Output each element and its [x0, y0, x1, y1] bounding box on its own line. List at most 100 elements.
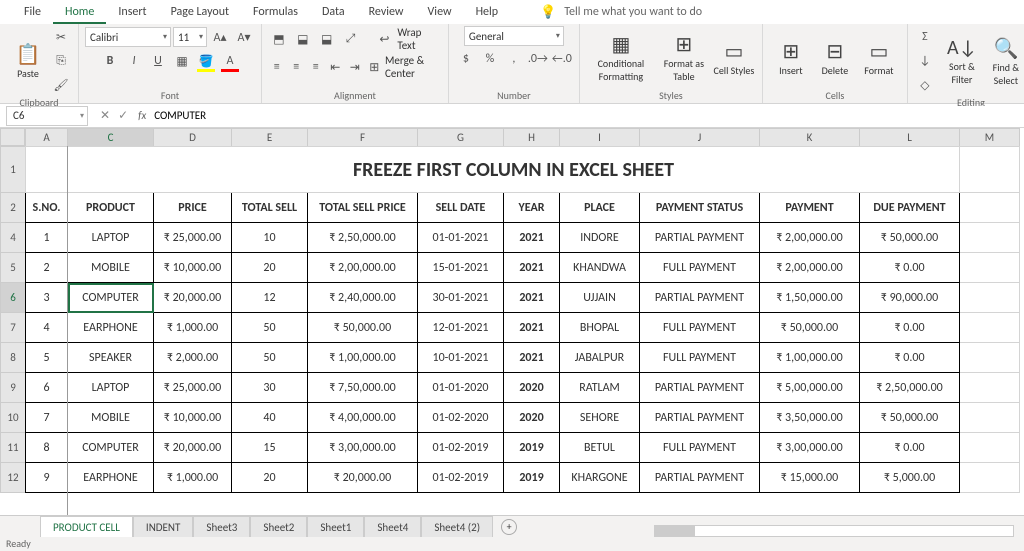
tab-help[interactable]: Help	[464, 0, 511, 24]
align-bottom-button[interactable]: ⬓	[316, 28, 338, 50]
cell[interactable]	[26, 147, 68, 193]
underline-button[interactable]: U	[147, 50, 169, 72]
data-cell[interactable]: 2021	[504, 313, 560, 343]
data-cell[interactable]: 2021	[504, 283, 560, 313]
header-cell[interactable]: S.NO.	[26, 193, 68, 223]
conditional-formatting-button[interactable]: ▦ Conditional Formatting	[586, 28, 656, 88]
tab-page-layout[interactable]: Page Layout	[159, 0, 241, 24]
data-cell[interactable]: KHARGONE	[560, 463, 640, 493]
tab-insert[interactable]: Insert	[106, 0, 158, 24]
cell[interactable]	[960, 253, 1020, 283]
data-cell[interactable]: 2019	[504, 463, 560, 493]
sheet-tab[interactable]: Sheet1	[307, 516, 364, 538]
data-cell[interactable]: 4	[26, 313, 68, 343]
decrease-indent-button[interactable]: ⇤	[327, 56, 345, 78]
sheet-tab[interactable]: Sheet2	[250, 516, 307, 538]
data-cell[interactable]: PARTIAL PAYMENT	[640, 223, 760, 253]
data-cell[interactable]: ₹ 0.00	[860, 253, 960, 283]
header-cell[interactable]: PAYMENT	[760, 193, 860, 223]
format-cells-button[interactable]: ▭Format	[857, 28, 901, 88]
data-cell[interactable]: ₹ 0.00	[860, 433, 960, 463]
cell[interactable]	[960, 403, 1020, 433]
column-header[interactable]: L	[860, 129, 960, 147]
tab-view[interactable]: View	[416, 0, 464, 24]
decrease-font-button[interactable]: A▾	[233, 26, 255, 48]
data-cell[interactable]: 30	[232, 373, 308, 403]
column-header[interactable]: F	[308, 129, 418, 147]
copy-button[interactable]: ⎘	[50, 50, 72, 72]
fill-color-button[interactable]: 🪣	[195, 50, 217, 72]
data-cell[interactable]: BETUL	[560, 433, 640, 463]
data-cell[interactable]: 15-01-2021	[418, 253, 504, 283]
find-select-button[interactable]: 🔍Find & Select	[984, 31, 1024, 91]
data-cell[interactable]: ₹ 50,000.00	[760, 313, 860, 343]
data-cell[interactable]: 12	[232, 283, 308, 313]
percent-format-button[interactable]: %	[479, 48, 501, 70]
cell[interactable]	[960, 373, 1020, 403]
data-cell[interactable]: 2019	[504, 433, 560, 463]
data-cell[interactable]: KHANDWA	[560, 253, 640, 283]
data-cell[interactable]: 2021	[504, 343, 560, 373]
data-cell[interactable]: ₹ 50,000.00	[860, 403, 960, 433]
sheet-tab[interactable]: Sheet3	[193, 516, 250, 538]
column-header[interactable]: M	[960, 129, 1020, 147]
data-cell[interactable]: 01-02-2019	[418, 463, 504, 493]
data-cell[interactable]: 50	[232, 343, 308, 373]
column-header[interactable]: J	[640, 129, 760, 147]
data-cell[interactable]: ₹ 7,50,000.00	[308, 373, 418, 403]
data-cell[interactable]: ₹ 25,000.00	[154, 223, 232, 253]
header-cell[interactable]: PLACE	[560, 193, 640, 223]
merge-center-button[interactable]: Merge & Center	[385, 54, 442, 80]
data-cell[interactable]: ₹ 90,000.00	[860, 283, 960, 313]
data-cell[interactable]: ₹ 2,000.00	[154, 343, 232, 373]
data-cell[interactable]: 5	[26, 343, 68, 373]
data-cell[interactable]: ₹ 1,00,000.00	[760, 343, 860, 373]
cell[interactable]	[960, 193, 1020, 223]
italic-button[interactable]: I	[123, 50, 145, 72]
font-name-dropdown[interactable]: Calibri	[85, 27, 171, 47]
row-header[interactable]: 12	[1, 463, 26, 493]
increase-indent-button[interactable]: ⇥	[346, 56, 364, 78]
data-cell[interactable]: PARTIAL PAYMENT	[640, 373, 760, 403]
increase-font-button[interactable]: A▴	[209, 26, 231, 48]
tab-data[interactable]: Data	[310, 0, 357, 24]
cell[interactable]	[960, 223, 1020, 253]
data-cell[interactable]: 50	[232, 313, 308, 343]
data-cell[interactable]: PARTIAL PAYMENT	[640, 403, 760, 433]
align-middle-button[interactable]: ⬓	[292, 28, 314, 50]
data-cell[interactable]: ₹ 20,000.00	[154, 283, 232, 313]
header-cell[interactable]: TOTAL SELL	[232, 193, 308, 223]
data-cell[interactable]: SPEAKER	[68, 343, 154, 373]
fx-icon[interactable]: fx	[134, 109, 150, 122]
comma-format-button[interactable]: ,	[503, 48, 525, 70]
data-cell[interactable]: ₹ 1,000.00	[154, 313, 232, 343]
bold-button[interactable]: B	[99, 50, 121, 72]
data-cell[interactable]: ₹ 2,00,000.00	[760, 253, 860, 283]
data-cell[interactable]: ₹ 10,000.00	[154, 403, 232, 433]
data-cell[interactable]: PARTIAL PAYMENT	[640, 283, 760, 313]
column-header[interactable]: G	[418, 129, 504, 147]
name-box[interactable]: C6	[6, 106, 88, 126]
align-center-button[interactable]: ≡	[288, 56, 306, 78]
align-right-button[interactable]: ≡	[307, 56, 325, 78]
row-header[interactable]: 9	[1, 373, 26, 403]
data-cell[interactable]: ₹ 1,50,000.00	[760, 283, 860, 313]
clear-button[interactable]: ◇	[914, 74, 936, 96]
data-cell[interactable]: ₹ 3,50,000.00	[760, 403, 860, 433]
data-cell[interactable]: ₹ 1,000.00	[154, 463, 232, 493]
data-cell[interactable]: 8	[26, 433, 68, 463]
data-cell[interactable]: ₹ 50,000.00	[308, 313, 418, 343]
increase-decimal-button[interactable]: .0→	[527, 48, 549, 70]
data-cell[interactable]: 2021	[504, 223, 560, 253]
data-cell[interactable]: 10-01-2021	[418, 343, 504, 373]
wrap-text-button[interactable]: Wrap Text	[397, 26, 442, 52]
column-header[interactable]: I	[560, 129, 640, 147]
data-cell[interactable]: LAPTOP	[68, 223, 154, 253]
data-cell[interactable]: 01-01-2020	[418, 373, 504, 403]
format-as-table-button[interactable]: ⊞ Format as Table	[656, 28, 712, 88]
data-cell[interactable]: PARTIAL PAYMENT	[640, 463, 760, 493]
row-header[interactable]: 11	[1, 433, 26, 463]
data-cell[interactable]: 9	[26, 463, 68, 493]
tab-home[interactable]: Home	[53, 0, 106, 24]
sort-filter-button[interactable]: A↓Sort & Filter	[940, 31, 984, 91]
